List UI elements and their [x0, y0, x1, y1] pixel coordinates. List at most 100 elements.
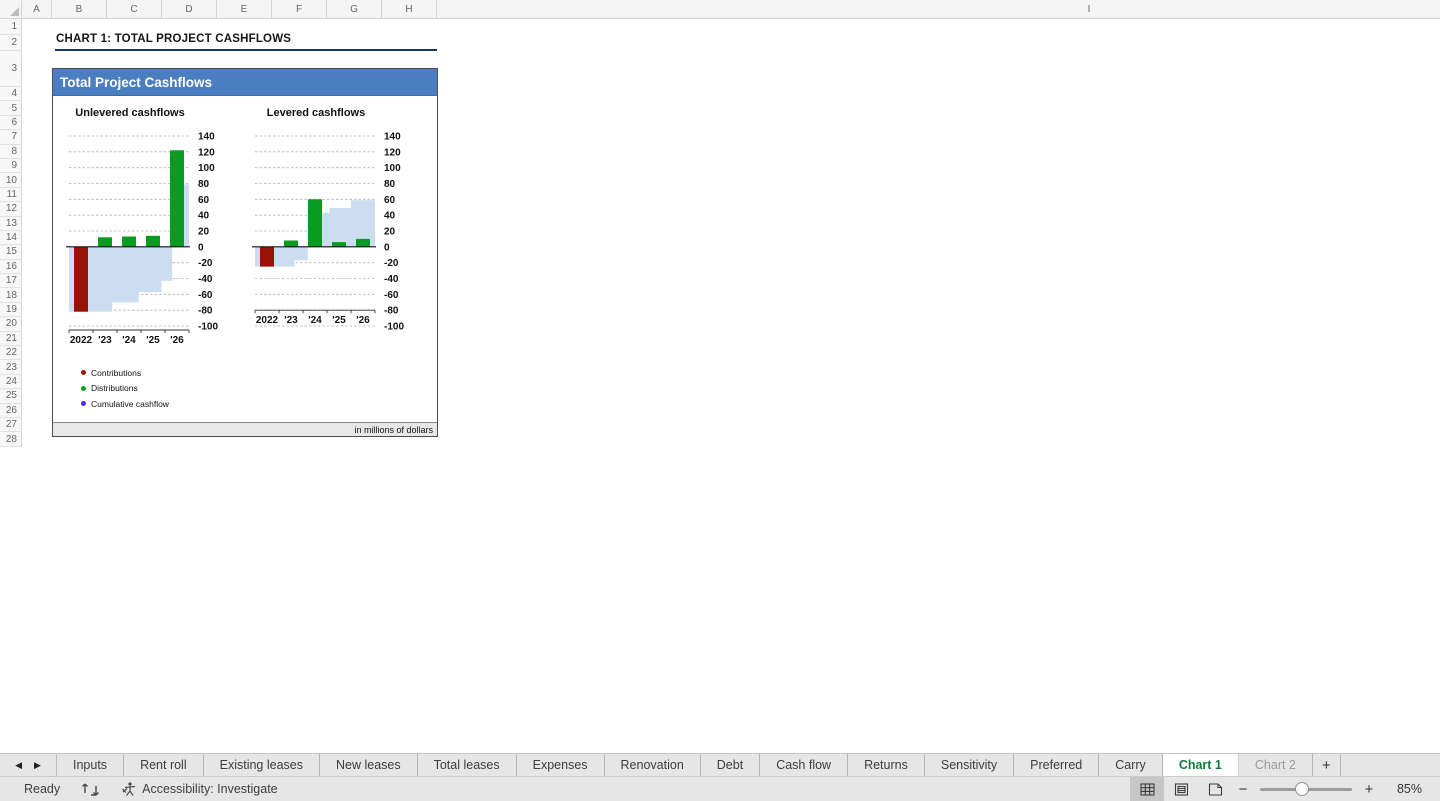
column-header-d[interactable]: D: [162, 0, 217, 18]
row-header-12[interactable]: 12: [0, 202, 22, 216]
row-header-11[interactable]: 11: [0, 188, 22, 202]
row-header-16[interactable]: 16: [0, 260, 22, 274]
row-header-1[interactable]: 1: [0, 19, 22, 35]
row-header-18[interactable]: 18: [0, 288, 22, 302]
row-header-20[interactable]: 20: [0, 317, 22, 331]
svg-text:-60: -60: [198, 290, 213, 301]
svg-text:'24: '24: [122, 335, 136, 346]
page-layout-view-button[interactable]: [1164, 777, 1198, 801]
normal-view-button[interactable]: [1130, 777, 1164, 801]
tab-returns[interactable]: Returns: [848, 754, 925, 776]
legend-label: Cumulative cashflow: [91, 399, 169, 409]
tab-list: InputsRent rollExisting leasesNew leases…: [57, 754, 1313, 776]
tab-inputs[interactable]: Inputs: [57, 754, 124, 776]
row-header-28[interactable]: 28: [0, 432, 22, 446]
statusbar-right-controls: − + 85%: [1130, 777, 1422, 801]
svg-text:-80: -80: [384, 306, 399, 317]
page-break-icon: [1208, 783, 1223, 796]
svg-text:'26: '26: [170, 335, 184, 346]
unlevered-chart-plot: 140120100806040200-20-40-60-80-1002022'2…: [65, 124, 247, 351]
tab-scroll-right-icon[interactable]: ▶: [34, 760, 41, 771]
column-header-b[interactable]: B: [52, 0, 107, 18]
accessibility-icon[interactable]: [121, 781, 137, 797]
svg-text:2022: 2022: [70, 335, 93, 346]
svg-text:-60: -60: [384, 290, 399, 301]
row-header-5[interactable]: 5: [0, 101, 22, 115]
row-header-2[interactable]: 2: [0, 35, 22, 51]
zoom-percentage-label[interactable]: 85%: [1380, 782, 1422, 796]
add-sheet-button[interactable]: +: [1313, 754, 1341, 776]
row-header-21[interactable]: 21: [0, 332, 22, 346]
row-header-9[interactable]: 9: [0, 159, 22, 173]
tab-expenses[interactable]: Expenses: [517, 754, 605, 776]
tab-total-leases[interactable]: Total leases: [418, 754, 517, 776]
row-header-24[interactable]: 24: [0, 375, 22, 389]
row-header-17[interactable]: 17: [0, 274, 22, 288]
row-header-15[interactable]: 15: [0, 245, 22, 259]
tab-debt[interactable]: Debt: [701, 754, 760, 776]
tab-cash-flow[interactable]: Cash flow: [760, 754, 848, 776]
row-header-3[interactable]: 3: [0, 51, 22, 87]
select-all-corner[interactable]: [0, 0, 22, 18]
row-header-27[interactable]: 27: [0, 418, 22, 432]
tab-carry[interactable]: Carry: [1099, 754, 1163, 776]
page-break-view-button[interactable]: [1198, 777, 1232, 801]
row-header-13[interactable]: 13: [0, 217, 22, 231]
tab-chart-1[interactable]: Chart 1: [1163, 754, 1239, 776]
row-header-19[interactable]: 19: [0, 303, 22, 317]
zoom-in-button[interactable]: +: [1358, 781, 1380, 798]
row-header-4[interactable]: 4: [0, 87, 22, 101]
chart-legend: Contributions Distributions Cumulative cas…: [81, 365, 169, 412]
column-header-e[interactable]: E: [217, 0, 272, 18]
row-header-14[interactable]: 14: [0, 231, 22, 245]
column-header-g[interactable]: G: [327, 0, 382, 18]
row-header-23[interactable]: 23: [0, 360, 22, 374]
levered-cashflows-chart: Levered cashflows 140120100806040200-20-…: [251, 107, 433, 351]
svg-text:120: 120: [198, 147, 215, 158]
sheet-canvas[interactable]: CHART 1: TOTAL PROJECT CASHFLOWS Total P…: [22, 19, 1440, 753]
row-header-6[interactable]: 6: [0, 116, 22, 130]
legend-label: Contributions: [91, 368, 141, 378]
column-header-h[interactable]: H: [382, 0, 437, 18]
row-header-8[interactable]: 8: [0, 145, 22, 159]
row-header-10[interactable]: 10: [0, 173, 22, 187]
column-header-c[interactable]: C: [107, 0, 162, 18]
macro-record-icon[interactable]: [82, 782, 99, 797]
cashflow-chart-object[interactable]: Total Project Cashflows Unlevered cashfl…: [52, 68, 438, 437]
unlevered-chart-title: Unlevered cashflows: [65, 107, 195, 119]
svg-text:'26: '26: [356, 315, 370, 326]
legend-item-distributions: Distributions: [81, 381, 169, 397]
column-header-i[interactable]: I: [437, 0, 1440, 18]
svg-text:140: 140: [198, 132, 215, 143]
svg-text:100: 100: [384, 163, 401, 174]
svg-text:-40: -40: [384, 274, 399, 285]
zoom-slider[interactable]: [1260, 788, 1352, 791]
svg-text:40: 40: [198, 211, 210, 222]
zoom-slider-thumb[interactable]: [1295, 782, 1309, 796]
tab-sensitivity[interactable]: Sensitivity: [925, 754, 1014, 776]
tab-existing-leases[interactable]: Existing leases: [204, 754, 320, 776]
zoom-out-button[interactable]: −: [1232, 781, 1254, 798]
row-header-22[interactable]: 22: [0, 346, 22, 360]
row-header-7[interactable]: 7: [0, 130, 22, 144]
tab-renovation[interactable]: Renovation: [605, 754, 701, 776]
unlevered-cashflows-chart: Unlevered cashflows 140120100806040200-2…: [65, 107, 247, 351]
tab-preferred[interactable]: Preferred: [1014, 754, 1099, 776]
select-all-triangle-icon: [10, 7, 19, 16]
tab-new-leases[interactable]: New leases: [320, 754, 418, 776]
column-header-f[interactable]: F: [272, 0, 327, 18]
status-bar: Ready Accessibility: Investigate − + 85%: [0, 776, 1440, 801]
svg-text:60: 60: [198, 195, 210, 206]
row-headers: 1234567891011121314151617181920212223242…: [0, 19, 22, 447]
row-header-25[interactable]: 25: [0, 389, 22, 403]
tab-chart-2[interactable]: Chart 2: [1239, 754, 1313, 776]
column-header-a[interactable]: A: [22, 0, 52, 18]
tab-scroll-left-icon[interactable]: ◀: [15, 760, 22, 771]
svg-text:'25: '25: [146, 335, 160, 346]
tab-rent-roll[interactable]: Rent roll: [124, 754, 204, 776]
svg-text:-40: -40: [198, 274, 213, 285]
svg-text:-100: -100: [198, 322, 218, 333]
row-header-26[interactable]: 26: [0, 404, 22, 418]
legend-marker-icon: [81, 386, 86, 391]
svg-text:0: 0: [384, 242, 390, 253]
